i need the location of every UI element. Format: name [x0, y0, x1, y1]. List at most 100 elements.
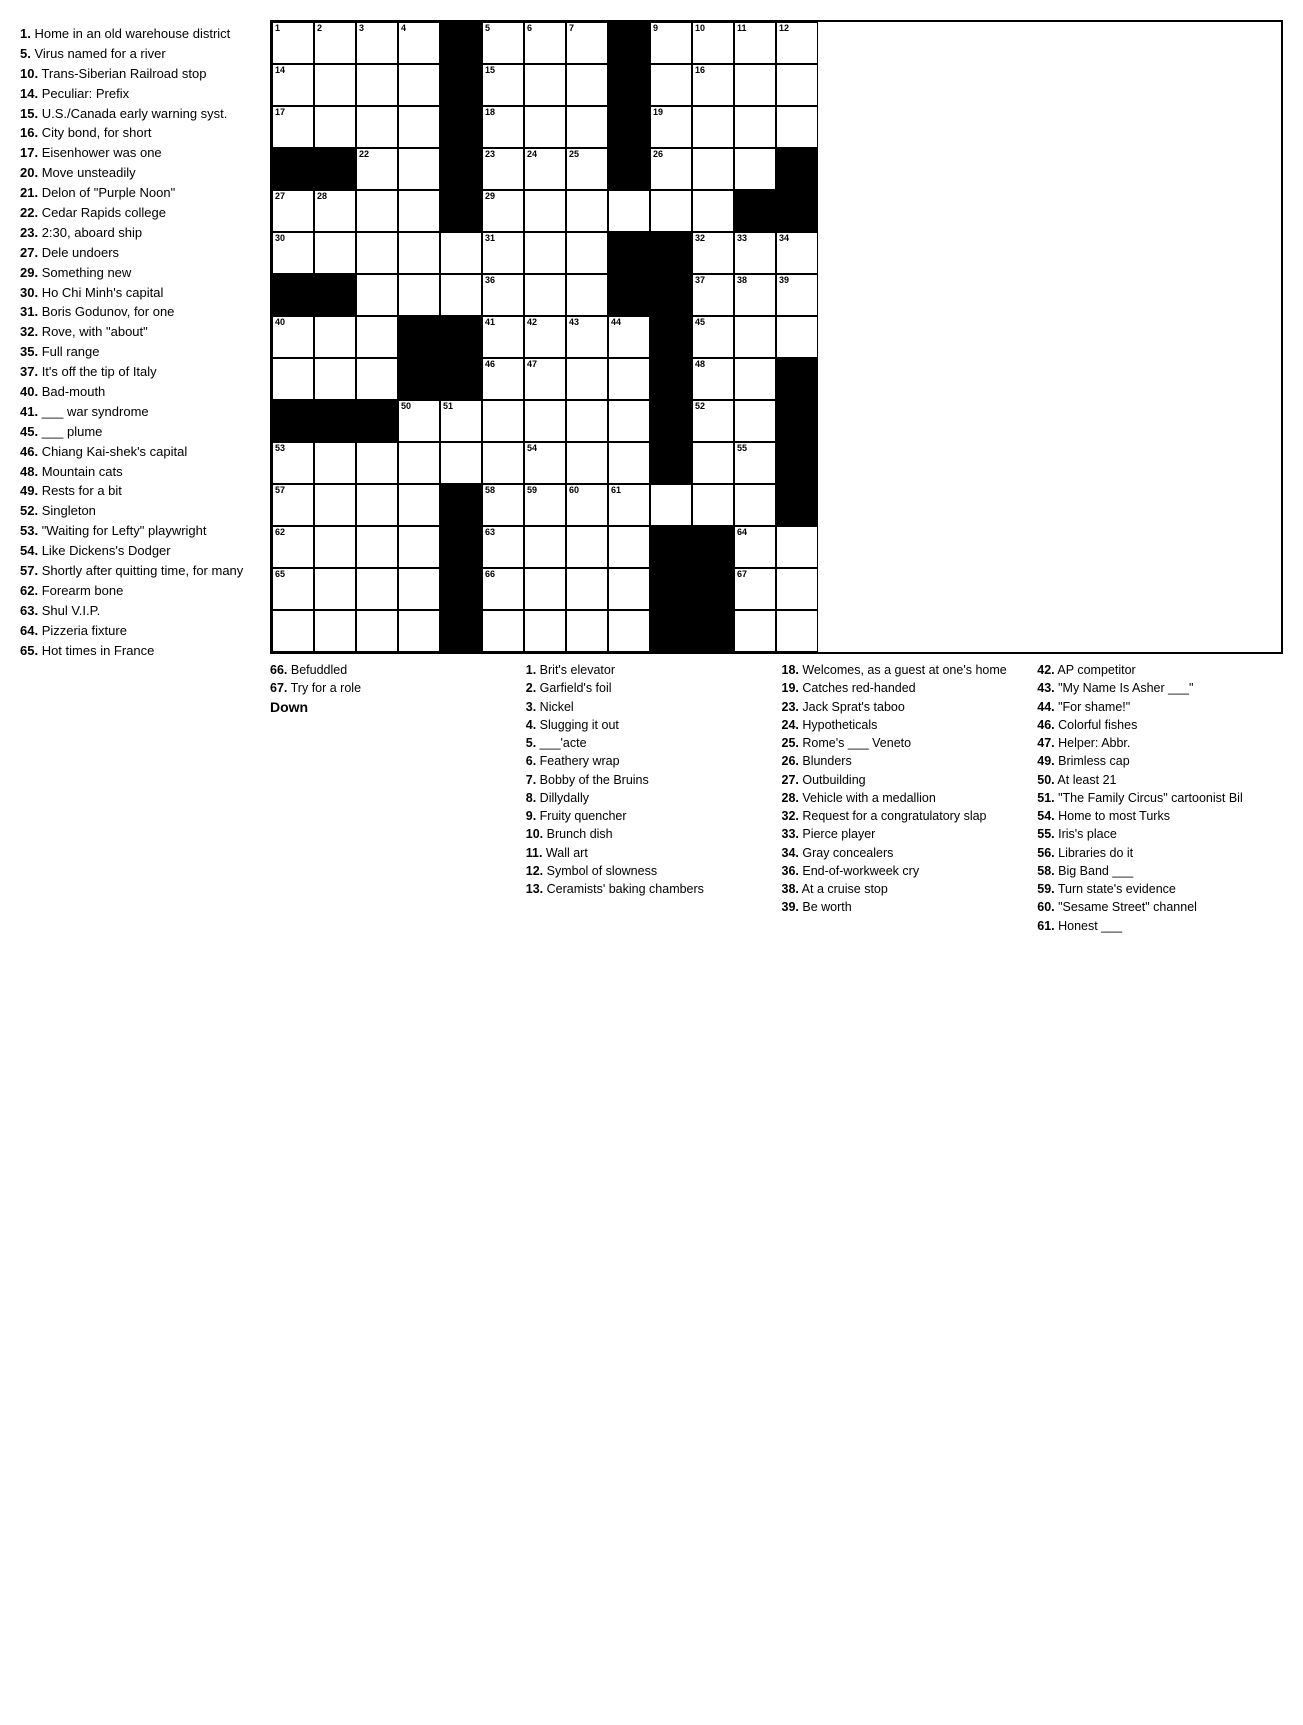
cell-8-11[interactable] — [734, 358, 776, 400]
cell-4-9[interactable] — [650, 190, 692, 232]
cell-0-0[interactable]: 1 — [272, 22, 314, 64]
cell-10-7[interactable] — [566, 442, 608, 484]
cell-11-0[interactable]: 57 — [272, 484, 314, 526]
cell-10-0[interactable]: 53 — [272, 442, 314, 484]
cell-5-2[interactable] — [356, 232, 398, 274]
cell-7-5[interactable]: 41 — [482, 316, 524, 358]
cell-5-1[interactable] — [314, 232, 356, 274]
cell-3-7[interactable]: 25 — [566, 148, 608, 190]
cell-5-5[interactable]: 31 — [482, 232, 524, 274]
cell-3-2[interactable]: 22 — [356, 148, 398, 190]
cell-12-0[interactable]: 62 — [272, 526, 314, 568]
cell-13-12[interactable] — [776, 568, 818, 610]
cell-1-6[interactable] — [524, 64, 566, 106]
cell-10-1[interactable] — [314, 442, 356, 484]
cell-7-0[interactable]: 40 — [272, 316, 314, 358]
cell-7-10[interactable]: 45 — [692, 316, 734, 358]
cell-7-12[interactable] — [776, 316, 818, 358]
cell-1-0[interactable]: 14 — [272, 64, 314, 106]
cell-10-4[interactable] — [440, 442, 482, 484]
cell-9-3[interactable]: 50 — [398, 400, 440, 442]
cell-10-3[interactable] — [398, 442, 440, 484]
cell-1-12[interactable] — [776, 64, 818, 106]
cell-13-11[interactable]: 67 — [734, 568, 776, 610]
cell-8-0[interactable] — [272, 358, 314, 400]
cell-7-2[interactable] — [356, 316, 398, 358]
cell-4-0[interactable]: 27 — [272, 190, 314, 232]
cell-7-8[interactable]: 44 — [608, 316, 650, 358]
cell-8-7[interactable] — [566, 358, 608, 400]
cell-2-1[interactable] — [314, 106, 356, 148]
cell-0-5[interactable]: 5 — [482, 22, 524, 64]
cell-13-7[interactable] — [566, 568, 608, 610]
cell-11-5[interactable]: 58 — [482, 484, 524, 526]
cell-11-10[interactable] — [692, 484, 734, 526]
cell-1-9[interactable] — [650, 64, 692, 106]
cell-13-6[interactable] — [524, 568, 566, 610]
cell-12-11[interactable]: 64 — [734, 526, 776, 568]
cell-12-5[interactable]: 63 — [482, 526, 524, 568]
cell-1-7[interactable] — [566, 64, 608, 106]
cell-10-11[interactable]: 55 — [734, 442, 776, 484]
cell-3-9[interactable]: 26 — [650, 148, 692, 190]
cell-14-0[interactable] — [272, 610, 314, 652]
cell-0-7[interactable]: 7 — [566, 22, 608, 64]
cell-6-2[interactable] — [356, 274, 398, 316]
cell-3-6[interactable]: 24 — [524, 148, 566, 190]
cell-6-10[interactable]: 37 — [692, 274, 734, 316]
cell-1-10[interactable]: 16 — [692, 64, 734, 106]
cell-0-6[interactable]: 6 — [524, 22, 566, 64]
cell-7-11[interactable] — [734, 316, 776, 358]
cell-8-5[interactable]: 46 — [482, 358, 524, 400]
cell-13-0[interactable]: 65 — [272, 568, 314, 610]
cell-1-1[interactable] — [314, 64, 356, 106]
cell-13-8[interactable] — [608, 568, 650, 610]
cell-11-9[interactable] — [650, 484, 692, 526]
cell-2-12[interactable] — [776, 106, 818, 148]
cell-10-2[interactable] — [356, 442, 398, 484]
cell-6-7[interactable] — [566, 274, 608, 316]
cell-12-8[interactable] — [608, 526, 650, 568]
cell-7-1[interactable] — [314, 316, 356, 358]
cell-11-1[interactable] — [314, 484, 356, 526]
cell-9-10[interactable]: 52 — [692, 400, 734, 442]
cell-10-10[interactable] — [692, 442, 734, 484]
cell-10-8[interactable] — [608, 442, 650, 484]
cell-5-0[interactable]: 30 — [272, 232, 314, 274]
cell-9-11[interactable] — [734, 400, 776, 442]
cell-12-3[interactable] — [398, 526, 440, 568]
cell-5-10[interactable]: 32 — [692, 232, 734, 274]
cell-9-5[interactable] — [482, 400, 524, 442]
cell-13-2[interactable] — [356, 568, 398, 610]
cell-11-3[interactable] — [398, 484, 440, 526]
cell-11-7[interactable]: 60 — [566, 484, 608, 526]
cell-4-7[interactable] — [566, 190, 608, 232]
cell-13-5[interactable]: 66 — [482, 568, 524, 610]
cell-14-5[interactable] — [482, 610, 524, 652]
cell-9-7[interactable] — [566, 400, 608, 442]
cell-8-8[interactable] — [608, 358, 650, 400]
cell-0-12[interactable]: 12 — [776, 22, 818, 64]
cell-13-1[interactable] — [314, 568, 356, 610]
cell-0-9[interactable]: 9 — [650, 22, 692, 64]
cell-14-7[interactable] — [566, 610, 608, 652]
cell-2-0[interactable]: 17 — [272, 106, 314, 148]
cell-4-6[interactable] — [524, 190, 566, 232]
cell-5-11[interactable]: 33 — [734, 232, 776, 274]
cell-0-10[interactable]: 10 — [692, 22, 734, 64]
cell-1-3[interactable] — [398, 64, 440, 106]
cell-10-6[interactable]: 54 — [524, 442, 566, 484]
cell-7-7[interactable]: 43 — [566, 316, 608, 358]
cell-12-6[interactable] — [524, 526, 566, 568]
cell-5-6[interactable] — [524, 232, 566, 274]
cell-4-2[interactable] — [356, 190, 398, 232]
cell-11-8[interactable]: 61 — [608, 484, 650, 526]
cell-9-6[interactable] — [524, 400, 566, 442]
cell-8-6[interactable]: 47 — [524, 358, 566, 400]
cell-4-1[interactable]: 28 — [314, 190, 356, 232]
cell-1-11[interactable] — [734, 64, 776, 106]
cell-3-11[interactable] — [734, 148, 776, 190]
cell-13-3[interactable] — [398, 568, 440, 610]
cell-2-2[interactable] — [356, 106, 398, 148]
cell-5-3[interactable] — [398, 232, 440, 274]
